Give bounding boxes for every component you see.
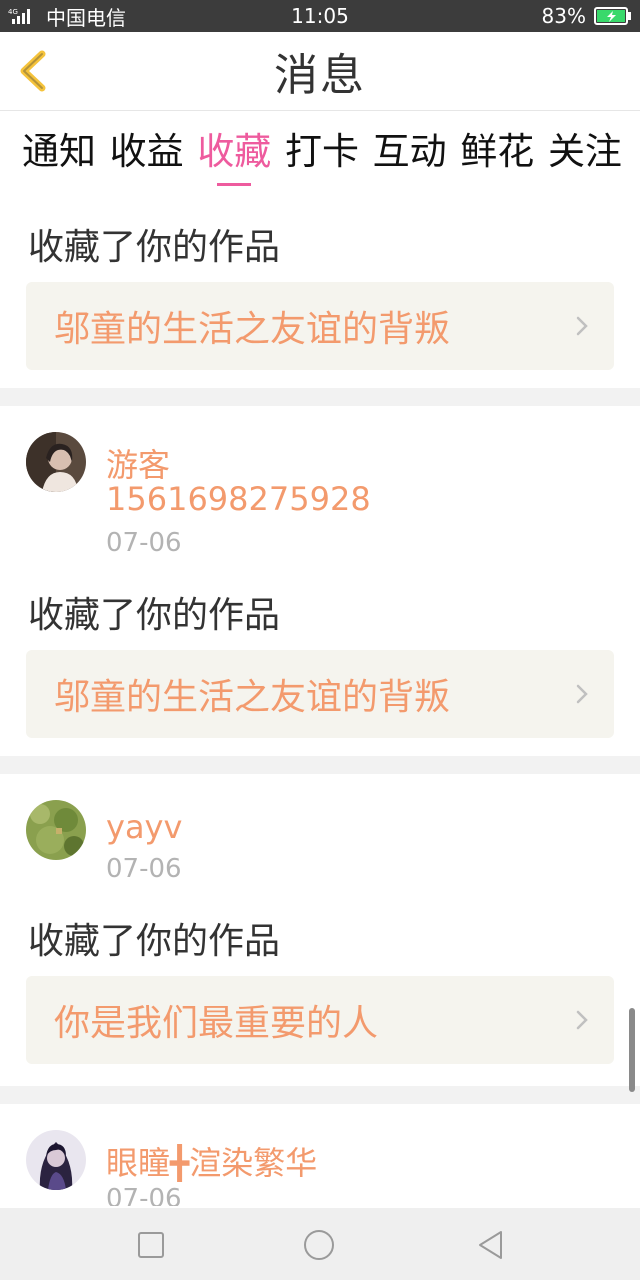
chevron-right-icon [576,316,588,336]
work-title: 邬童的生活之友谊的背叛 [54,309,451,350]
page-title: 消息 [274,50,366,101]
tab-flowers[interactable]: 鲜花 [460,120,534,184]
chevron-right-icon [576,1010,588,1030]
user-name[interactable]: 眼瞳╋渲染繁华 [106,1138,317,1184]
scrollbar[interactable] [629,1008,635,1092]
recent-apps-icon[interactable] [134,1228,168,1262]
list-item: yayv 07-06 收藏了你的作品 你是我们最重要的人 [0,774,640,1084]
back-icon[interactable] [474,1228,508,1262]
user-name[interactable]: yayv [106,808,182,846]
battery-percent: 83% [541,4,586,28]
avatar[interactable] [26,1130,86,1190]
avatar-image [26,1130,86,1190]
screen: 4G 中国电信 11:05 83% 消息 通知 收益 收藏 打卡 互动 鲜花 关… [0,0,640,1280]
avatar-image [26,800,86,860]
user-name-line2[interactable]: 1561698275928 [106,480,371,518]
action-text: 收藏了你的作品 [28,227,281,268]
work-title: 你是我们最重要的人 [54,1003,379,1044]
status-bar: 4G 中国电信 11:05 83% [0,0,640,32]
avatar-image [26,432,86,492]
clock: 11:05 [291,4,349,28]
work-title: 邬童的生活之友谊的背叛 [54,677,451,718]
avatar[interactable] [26,432,86,492]
home-icon[interactable] [302,1228,336,1262]
list-item: 收藏了你的作品 邬童的生活之友谊的背叛 [0,200,640,388]
date-label: 07-06 [106,528,182,558]
work-card[interactable]: 邬童的生活之友谊的背叛 [26,282,614,370]
action-text: 收藏了你的作品 [28,921,281,962]
work-card[interactable]: 邬童的生活之友谊的背叛 [26,650,614,738]
battery-icon [594,7,631,25]
list-item: 游客 1561698275928 07-06 收藏了你的作品 邬童的生活之友谊的… [0,406,640,756]
tab-checkin[interactable]: 打卡 [285,120,359,184]
divider [0,1086,640,1104]
divider [0,756,640,774]
list-item: 眼瞳╋渲染繁华 07-06 [0,1104,640,1206]
chevron-right-icon [576,684,588,704]
date-label: 07-06 [106,854,182,884]
tab-interaction[interactable]: 互动 [373,120,447,184]
header-bar: 消息 [0,32,640,111]
work-card[interactable]: 你是我们最重要的人 [26,976,614,1064]
avatar[interactable] [26,800,86,860]
date-label: 07-06 [106,1184,182,1206]
navigation-bar [0,1208,640,1280]
notification-list[interactable]: 收藏了你的作品 邬童的生活之友谊的背叛 游客 1561698275928 07-… [0,200,640,1206]
tab-earnings[interactable]: 收益 [110,120,184,184]
tab-notice[interactable]: 通知 [22,120,96,184]
status-right: 83% [542,0,632,32]
tab-follow[interactable]: 关注 [548,120,622,184]
tab-favorites[interactable]: 收藏 [197,120,271,184]
divider [0,388,640,406]
action-text: 收藏了你的作品 [28,595,281,636]
tab-bar: 通知 收益 收藏 打卡 互动 鲜花 关注 [22,120,622,190]
